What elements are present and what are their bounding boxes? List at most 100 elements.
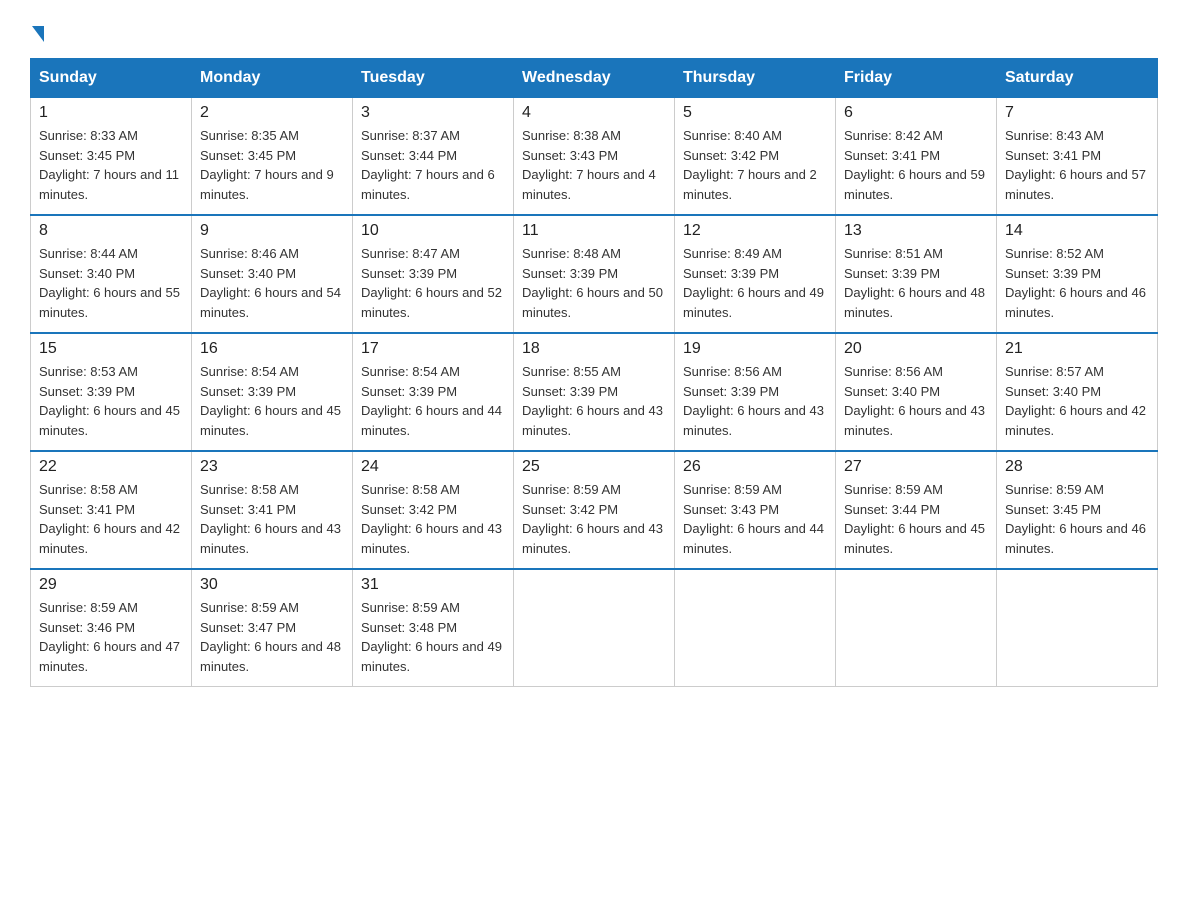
- day-info: Sunrise: 8:52 AMSunset: 3:39 PMDaylight:…: [1005, 246, 1146, 320]
- calendar-cell: 25Sunrise: 8:59 AMSunset: 3:42 PMDayligh…: [514, 451, 675, 569]
- calendar-cell: 12Sunrise: 8:49 AMSunset: 3:39 PMDayligh…: [675, 215, 836, 333]
- calendar-cell: 30 Sunrise: 8:59 AMSunset: 3:47 PMDayligh…: [192, 569, 353, 687]
- day-info: Sunrise: 8:54 AMSunset: 3:39 PMDaylight:…: [361, 364, 502, 438]
- day-info: Sunrise: 8:37 AMSunset: 3:44 PMDaylight:…: [361, 128, 495, 202]
- day-info: Sunrise: 8:40 AMSunset: 3:42 PMDaylight:…: [683, 128, 817, 202]
- calendar-cell: 29Sunrise: 8:59 AMSunset: 3:46 PMDayligh…: [31, 569, 192, 687]
- calendar-cell: 4Sunrise: 8:38 AMSunset: 3:43 PMDaylight…: [514, 98, 675, 216]
- day-info: Sunrise: 8:42 AMSunset: 3:41 PMDaylight:…: [844, 128, 985, 202]
- day-number: 26: [683, 458, 827, 476]
- day-info: Sunrise: 8:59 AMSunset: 3:47 PMDaylight:…: [200, 600, 341, 674]
- day-number: 31: [361, 576, 505, 594]
- calendar-cell: 31Sunrise: 8:59 AMSunset: 3:48 PMDayligh…: [353, 569, 514, 687]
- day-number: 20: [844, 340, 988, 358]
- calendar-cell: 13 Sunrise: 8:51 AMSunset: 3:39 PMDayligh…: [836, 215, 997, 333]
- calendar-cell: 11 Sunrise: 8:48 AMSunset: 3:39 PMDayligh…: [514, 215, 675, 333]
- day-number: 13: [844, 222, 988, 240]
- calendar-cell: 2 Sunrise: 8:35 AMSunset: 3:45 PMDaylight…: [192, 98, 353, 216]
- calendar-cell: 20Sunrise: 8:56 AMSunset: 3:40 PMDayligh…: [836, 333, 997, 451]
- calendar-cell: 21 Sunrise: 8:57 AMSunset: 3:40 PMDayligh…: [997, 333, 1158, 451]
- calendar-cell: 7 Sunrise: 8:43 AMSunset: 3:41 PMDaylight…: [997, 98, 1158, 216]
- header-friday: Friday: [836, 59, 997, 98]
- day-info: Sunrise: 8:59 AMSunset: 3:43 PMDaylight:…: [683, 482, 824, 556]
- day-number: 8: [39, 222, 183, 240]
- calendar-cell: 28 Sunrise: 8:59 AMSunset: 3:45 PMDayligh…: [997, 451, 1158, 569]
- header-thursday: Thursday: [675, 59, 836, 98]
- calendar-cell: 19 Sunrise: 8:56 AMSunset: 3:39 PMDayligh…: [675, 333, 836, 451]
- calendar-cell: 9 Sunrise: 8:46 AMSunset: 3:40 PMDaylight…: [192, 215, 353, 333]
- day-info: Sunrise: 8:57 AMSunset: 3:40 PMDaylight:…: [1005, 364, 1146, 438]
- day-info: Sunrise: 8:59 AMSunset: 3:44 PMDaylight:…: [844, 482, 985, 556]
- calendar-cell: 23 Sunrise: 8:58 AMSunset: 3:41 PMDayligh…: [192, 451, 353, 569]
- day-number: 18: [522, 340, 666, 358]
- calendar-cell: 17 Sunrise: 8:54 AMSunset: 3:39 PMDayligh…: [353, 333, 514, 451]
- day-number: 11: [522, 222, 666, 240]
- day-info: Sunrise: 8:59 AMSunset: 3:45 PMDaylight:…: [1005, 482, 1146, 556]
- header-sunday: Sunday: [31, 59, 192, 98]
- calendar-cell: 26 Sunrise: 8:59 AMSunset: 3:43 PMDayligh…: [675, 451, 836, 569]
- day-info: Sunrise: 8:38 AMSunset: 3:43 PMDaylight:…: [522, 128, 656, 202]
- day-info: Sunrise: 8:53 AMSunset: 3:39 PMDaylight:…: [39, 364, 180, 438]
- day-number: 2: [200, 104, 344, 122]
- day-info: Sunrise: 8:35 AMSunset: 3:45 PMDaylight:…: [200, 128, 334, 202]
- day-info: Sunrise: 8:56 AMSunset: 3:39 PMDaylight:…: [683, 364, 824, 438]
- day-number: 1: [39, 104, 183, 122]
- page-header: [30, 20, 1158, 42]
- day-number: 3: [361, 104, 505, 122]
- calendar-cell: 15 Sunrise: 8:53 AMSunset: 3:39 PMDayligh…: [31, 333, 192, 451]
- header-wednesday: Wednesday: [514, 59, 675, 98]
- day-number: 5: [683, 104, 827, 122]
- calendar-cell: [836, 569, 997, 687]
- calendar-cell: 8 Sunrise: 8:44 AMSunset: 3:40 PMDaylight…: [31, 215, 192, 333]
- calendar-week-row: 8 Sunrise: 8:44 AMSunset: 3:40 PMDaylight…: [31, 215, 1158, 333]
- day-info: Sunrise: 8:49 AMSunset: 3:39 PMDaylight:…: [683, 246, 824, 320]
- calendar-cell: [997, 569, 1158, 687]
- calendar-week-row: 29Sunrise: 8:59 AMSunset: 3:46 PMDayligh…: [31, 569, 1158, 687]
- calendar-cell: 27 Sunrise: 8:59 AMSunset: 3:44 PMDayligh…: [836, 451, 997, 569]
- day-info: Sunrise: 8:43 AMSunset: 3:41 PMDaylight:…: [1005, 128, 1146, 202]
- day-info: Sunrise: 8:58 AMSunset: 3:41 PMDaylight:…: [39, 482, 180, 556]
- calendar-cell: 6 Sunrise: 8:42 AMSunset: 3:41 PMDaylight…: [836, 98, 997, 216]
- day-info: Sunrise: 8:46 AMSunset: 3:40 PMDaylight:…: [200, 246, 341, 320]
- day-info: Sunrise: 8:55 AMSunset: 3:39 PMDaylight:…: [522, 364, 663, 438]
- day-info: Sunrise: 8:58 AMSunset: 3:41 PMDaylight:…: [200, 482, 341, 556]
- day-number: 6: [844, 104, 988, 122]
- day-info: Sunrise: 8:59 AMSunset: 3:46 PMDaylight:…: [39, 600, 180, 674]
- day-number: 15: [39, 340, 183, 358]
- day-number: 28: [1005, 458, 1149, 476]
- day-info: Sunrise: 8:47 AMSunset: 3:39 PMDaylight:…: [361, 246, 502, 320]
- header-monday: Monday: [192, 59, 353, 98]
- day-number: 10: [361, 222, 505, 240]
- calendar-header-row: SundayMondayTuesdayWednesdayThursdayFrid…: [31, 59, 1158, 98]
- day-number: 24: [361, 458, 505, 476]
- calendar-cell: 24 Sunrise: 8:58 AMSunset: 3:42 PMDayligh…: [353, 451, 514, 569]
- day-number: 30: [200, 576, 344, 594]
- calendar-week-row: 22 Sunrise: 8:58 AMSunset: 3:41 PMDayligh…: [31, 451, 1158, 569]
- calendar-week-row: 15 Sunrise: 8:53 AMSunset: 3:39 PMDayligh…: [31, 333, 1158, 451]
- day-number: 21: [1005, 340, 1149, 358]
- logo: [30, 20, 44, 42]
- day-number: 16: [200, 340, 344, 358]
- header-saturday: Saturday: [997, 59, 1158, 98]
- day-number: 7: [1005, 104, 1149, 122]
- day-number: 22: [39, 458, 183, 476]
- day-info: Sunrise: 8:51 AMSunset: 3:39 PMDaylight:…: [844, 246, 985, 320]
- day-info: Sunrise: 8:44 AMSunset: 3:40 PMDaylight:…: [39, 246, 180, 320]
- calendar-cell: 5 Sunrise: 8:40 AMSunset: 3:42 PMDaylight…: [675, 98, 836, 216]
- calendar-cell: 10 Sunrise: 8:47 AMSunset: 3:39 PMDayligh…: [353, 215, 514, 333]
- day-number: 9: [200, 222, 344, 240]
- day-number: 19: [683, 340, 827, 358]
- calendar-cell: [675, 569, 836, 687]
- day-number: 14: [1005, 222, 1149, 240]
- day-number: 27: [844, 458, 988, 476]
- day-number: 23: [200, 458, 344, 476]
- day-number: 25: [522, 458, 666, 476]
- calendar-cell: 3 Sunrise: 8:37 AMSunset: 3:44 PMDaylight…: [353, 98, 514, 216]
- header-tuesday: Tuesday: [353, 59, 514, 98]
- day-number: 17: [361, 340, 505, 358]
- calendar-table: SundayMondayTuesdayWednesdayThursdayFrid…: [30, 58, 1158, 687]
- day-info: Sunrise: 8:58 AMSunset: 3:42 PMDaylight:…: [361, 482, 502, 556]
- day-info: Sunrise: 8:54 AMSunset: 3:39 PMDaylight:…: [200, 364, 341, 438]
- calendar-cell: 14 Sunrise: 8:52 AMSunset: 3:39 PMDayligh…: [997, 215, 1158, 333]
- day-info: Sunrise: 8:48 AMSunset: 3:39 PMDaylight:…: [522, 246, 663, 320]
